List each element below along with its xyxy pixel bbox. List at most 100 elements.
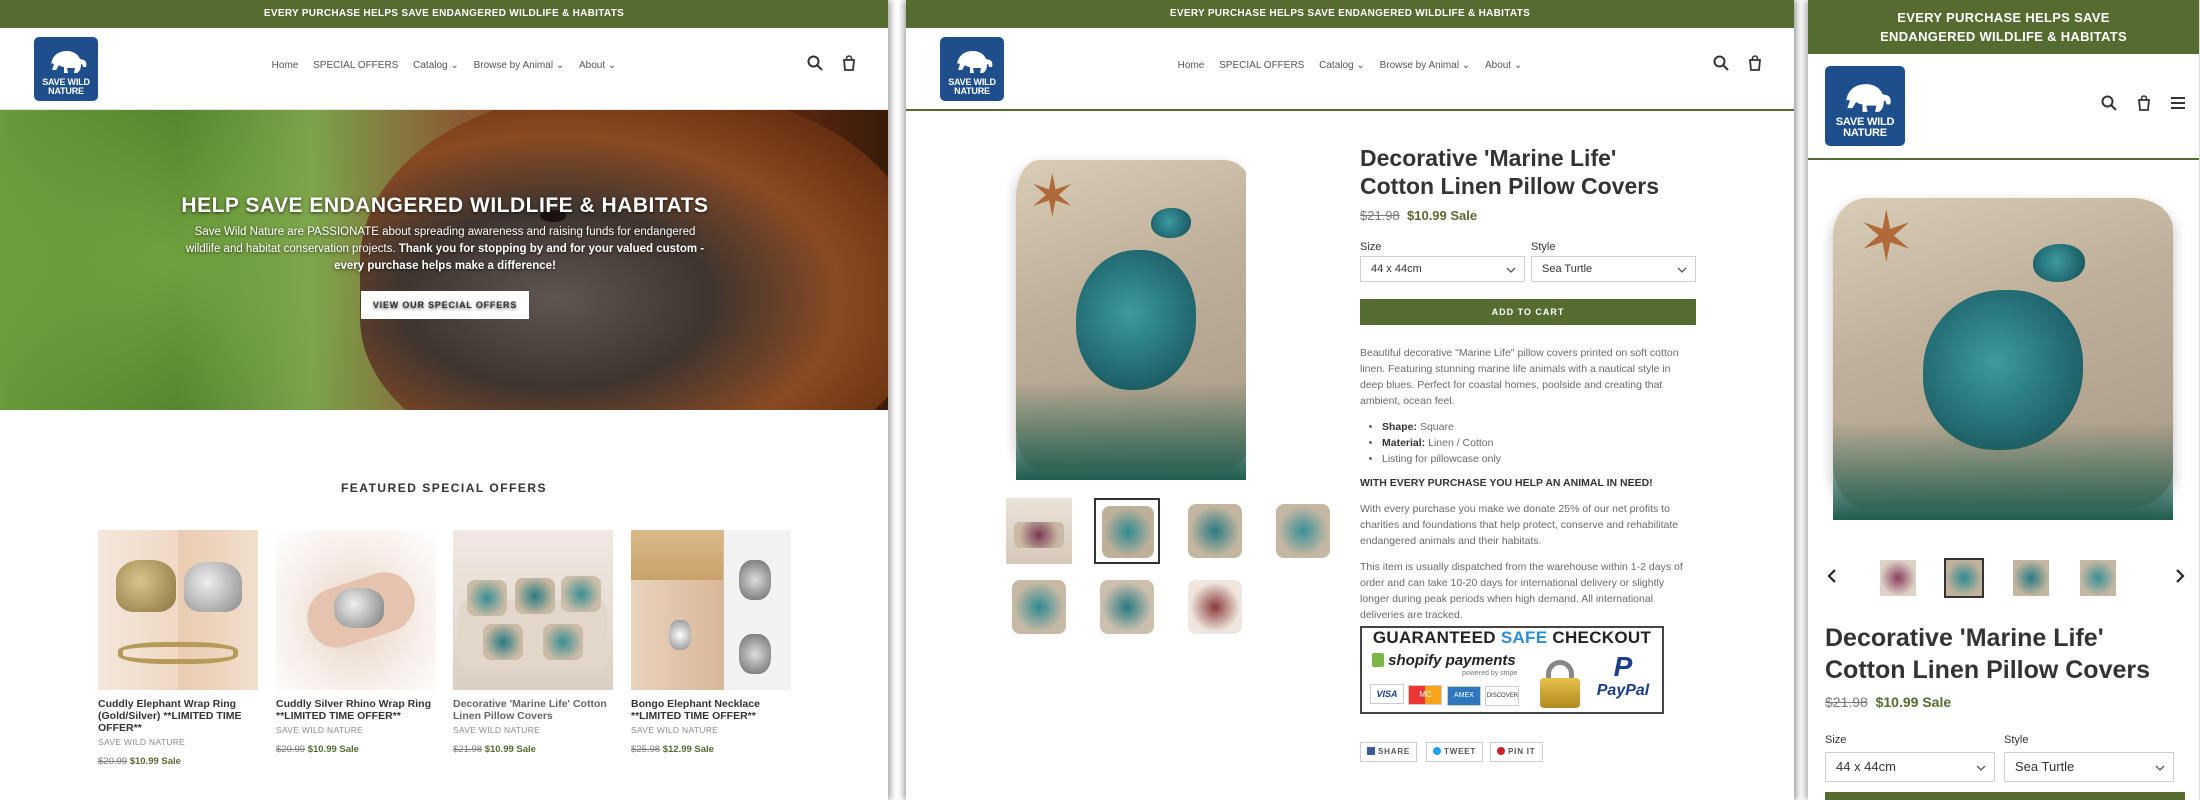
search-icon[interactable] bbox=[2100, 94, 2118, 112]
add-to-cart-button[interactable]: ADD TO CART bbox=[1360, 299, 1696, 325]
product-card-rhino-ring[interactable]: Cuddly Silver Rhino Wrap Ring **LIMITED … bbox=[276, 530, 436, 755]
old-price: $21.98 bbox=[1360, 208, 1400, 223]
product-image[interactable] bbox=[631, 530, 791, 690]
share-label: SHARE bbox=[1378, 747, 1411, 756]
chevron-right-icon[interactable] bbox=[2174, 568, 2186, 584]
product-card-elephant-ring[interactable]: Cuddly Elephant Wrap Ring (Gold/Silver) … bbox=[98, 530, 258, 767]
nav-about[interactable]: About ⌄ bbox=[579, 60, 616, 71]
product-main-image[interactable]: ✶ bbox=[1823, 190, 2187, 520]
sale-label: Sale bbox=[1450, 208, 1478, 223]
pinterest-icon bbox=[1497, 747, 1505, 755]
pendant-detail bbox=[739, 634, 771, 674]
home-page-frame: EVERY PURCHASE HELPS SAVE ENDANGERED WIL… bbox=[0, 0, 888, 800]
thumbnail-2-selected[interactable] bbox=[1094, 498, 1160, 564]
chevron-left-icon[interactable] bbox=[1826, 568, 1838, 584]
pillow-thumb bbox=[467, 580, 507, 616]
pinterest-pin-button[interactable]: PIN IT bbox=[1490, 742, 1543, 762]
nav-about-label: About bbox=[579, 60, 606, 71]
thumbnail-7[interactable] bbox=[1182, 574, 1248, 640]
cart-icon[interactable] bbox=[840, 54, 858, 72]
thumb-art bbox=[1188, 504, 1242, 558]
mobile-thumbnail-3[interactable] bbox=[2013, 560, 2049, 596]
nav-about[interactable]: About ⌄ bbox=[1485, 60, 1522, 71]
product-image[interactable] bbox=[98, 530, 258, 690]
product-name[interactable]: Bongo Elephant Necklace **LIMITED TIME O… bbox=[631, 698, 791, 722]
product-price: $20.99 $10.99 Sale bbox=[98, 756, 258, 767]
pendant-shape bbox=[669, 620, 691, 650]
sale-price: $10.99 bbox=[1875, 694, 1919, 710]
tweet-label: TWEET bbox=[1444, 747, 1477, 756]
amex-logo: AMEX bbox=[1446, 686, 1481, 706]
nav-browse-by-animal[interactable]: Browse by Animal ⌄ bbox=[1380, 60, 1471, 71]
thumbnail-6[interactable] bbox=[1094, 574, 1160, 640]
mobile-thumbnail-2-selected[interactable] bbox=[1944, 558, 1984, 598]
facebook-share-button[interactable]: SHARE bbox=[1360, 742, 1418, 762]
cart-icon[interactable] bbox=[2135, 94, 2153, 112]
badge-title-b: SAFE bbox=[1500, 628, 1548, 647]
discover-logo: DISCOVER bbox=[1485, 686, 1520, 706]
paypal-p-icon: P bbox=[1613, 651, 1633, 682]
size-select-value: 44 x 44cm bbox=[1371, 263, 1422, 275]
twitter-tweet-button[interactable]: TWEET bbox=[1426, 742, 1484, 762]
hamburger-menu-icon[interactable] bbox=[2169, 94, 2187, 112]
product-image[interactable] bbox=[453, 530, 613, 690]
search-icon[interactable] bbox=[1712, 54, 1730, 72]
search-icon[interactable] bbox=[806, 54, 824, 72]
style-select[interactable]: Sea Turtle bbox=[1531, 256, 1696, 282]
chevron-down-icon bbox=[1976, 765, 1986, 771]
pillow-thumb bbox=[483, 624, 523, 660]
product-name[interactable]: Cuddly Silver Rhino Wrap Ring **LIMITED … bbox=[276, 698, 436, 722]
shopify-text: shopify payments bbox=[1388, 652, 1516, 669]
thumb-art bbox=[1012, 580, 1066, 634]
cart-icon[interactable] bbox=[1746, 54, 1764, 72]
product-price: $21.98 $10.99 Sale bbox=[1825, 694, 2185, 710]
product-name[interactable]: Decorative 'Marine Life' Cotton Linen Pi… bbox=[453, 698, 613, 722]
product-name[interactable]: Cuddly Elephant Wrap Ring (Gold/Silver) … bbox=[98, 698, 258, 734]
size-select[interactable]: 44 x 44cm bbox=[1360, 256, 1525, 282]
size-label: Size bbox=[1825, 734, 1847, 746]
nav-special-offers[interactable]: SPECIAL OFFERS bbox=[1219, 60, 1304, 71]
product-page-frame: EVERY PURCHASE HELPS SAVE ENDANGERED WIL… bbox=[906, 0, 1794, 800]
nav-catalog[interactable]: Catalog ⌄ bbox=[1319, 60, 1365, 71]
announcement-bar: EVERY PURCHASE HELPS SAVE ENDANGERED WIL… bbox=[906, 0, 1794, 28]
nav-home[interactable]: Home bbox=[272, 60, 299, 71]
mobile-thumbnail-1[interactable] bbox=[1880, 560, 1916, 596]
size-select-value: 44 x 44cm bbox=[1836, 759, 1896, 774]
nav-special-offers[interactable]: SPECIAL OFFERS bbox=[313, 60, 398, 71]
announcement-bar: EVERY PURCHASE HELPS SAVE ENDANGERED WIL… bbox=[0, 0, 888, 28]
product-main-image[interactable]: ✶ bbox=[1006, 150, 1246, 480]
nav-catalog[interactable]: Catalog ⌄ bbox=[413, 60, 459, 71]
product-price: $20.99 $10.99 Sale bbox=[276, 744, 436, 755]
turtle-shape bbox=[1076, 250, 1196, 390]
thumbnail-3[interactable] bbox=[1182, 498, 1248, 564]
site-header: SAVE WILD NATURE Home SPECIAL OFFERS Cat… bbox=[0, 28, 888, 110]
mobile-thumbnail-4[interactable] bbox=[2080, 560, 2116, 596]
site-logo[interactable]: SAVE WILD NATURE bbox=[1825, 66, 1905, 146]
shopify-bag-icon bbox=[1372, 653, 1384, 667]
view-special-offers-button[interactable]: VIEW OUR SPECIAL OFFERS bbox=[360, 291, 530, 319]
nav-browse-by-animal[interactable]: Browse by Animal ⌄ bbox=[474, 60, 565, 71]
padlock-icon bbox=[1538, 660, 1582, 708]
sale-label: Sale bbox=[339, 744, 359, 755]
paypal-logo: P PayPal bbox=[1588, 652, 1658, 700]
size-select[interactable]: 44 x 44cm bbox=[1825, 752, 1995, 782]
product-features: Shape: Square Material: Linen / Cotton L… bbox=[1360, 419, 1696, 467]
logo-text-2: NATURE bbox=[1843, 127, 1887, 139]
featured-section-title: FEATURED SPECIAL OFFERS bbox=[340, 481, 548, 495]
product-card-pillow-covers[interactable]: Decorative 'Marine Life' Cotton Linen Pi… bbox=[453, 530, 613, 755]
old-price: $20.99 bbox=[98, 756, 128, 767]
thumbnail-5[interactable] bbox=[1006, 574, 1072, 640]
product-image[interactable] bbox=[276, 530, 436, 690]
add-to-cart-button-partial[interactable] bbox=[1825, 792, 2185, 800]
product-description: Beautiful decorative "Marine Life" pillo… bbox=[1360, 347, 1679, 407]
product-price: $25.98 $12.99 Sale bbox=[631, 744, 791, 755]
thumbnail-1[interactable] bbox=[1006, 498, 1072, 564]
card-logos: VISA MC AMEX DISCOVER bbox=[1370, 684, 1520, 706]
style-select[interactable]: Sea Turtle bbox=[2004, 752, 2174, 782]
thumbnail-4[interactable] bbox=[1270, 498, 1336, 564]
product-card-elephant-necklace[interactable]: Bongo Elephant Necklace **LIMITED TIME O… bbox=[631, 530, 791, 755]
thumb-art bbox=[1276, 504, 1330, 558]
donation-text: With every purchase you make we donate 2… bbox=[1360, 503, 1679, 547]
header-icons bbox=[1700, 54, 1764, 77]
nav-home[interactable]: Home bbox=[1178, 60, 1205, 71]
